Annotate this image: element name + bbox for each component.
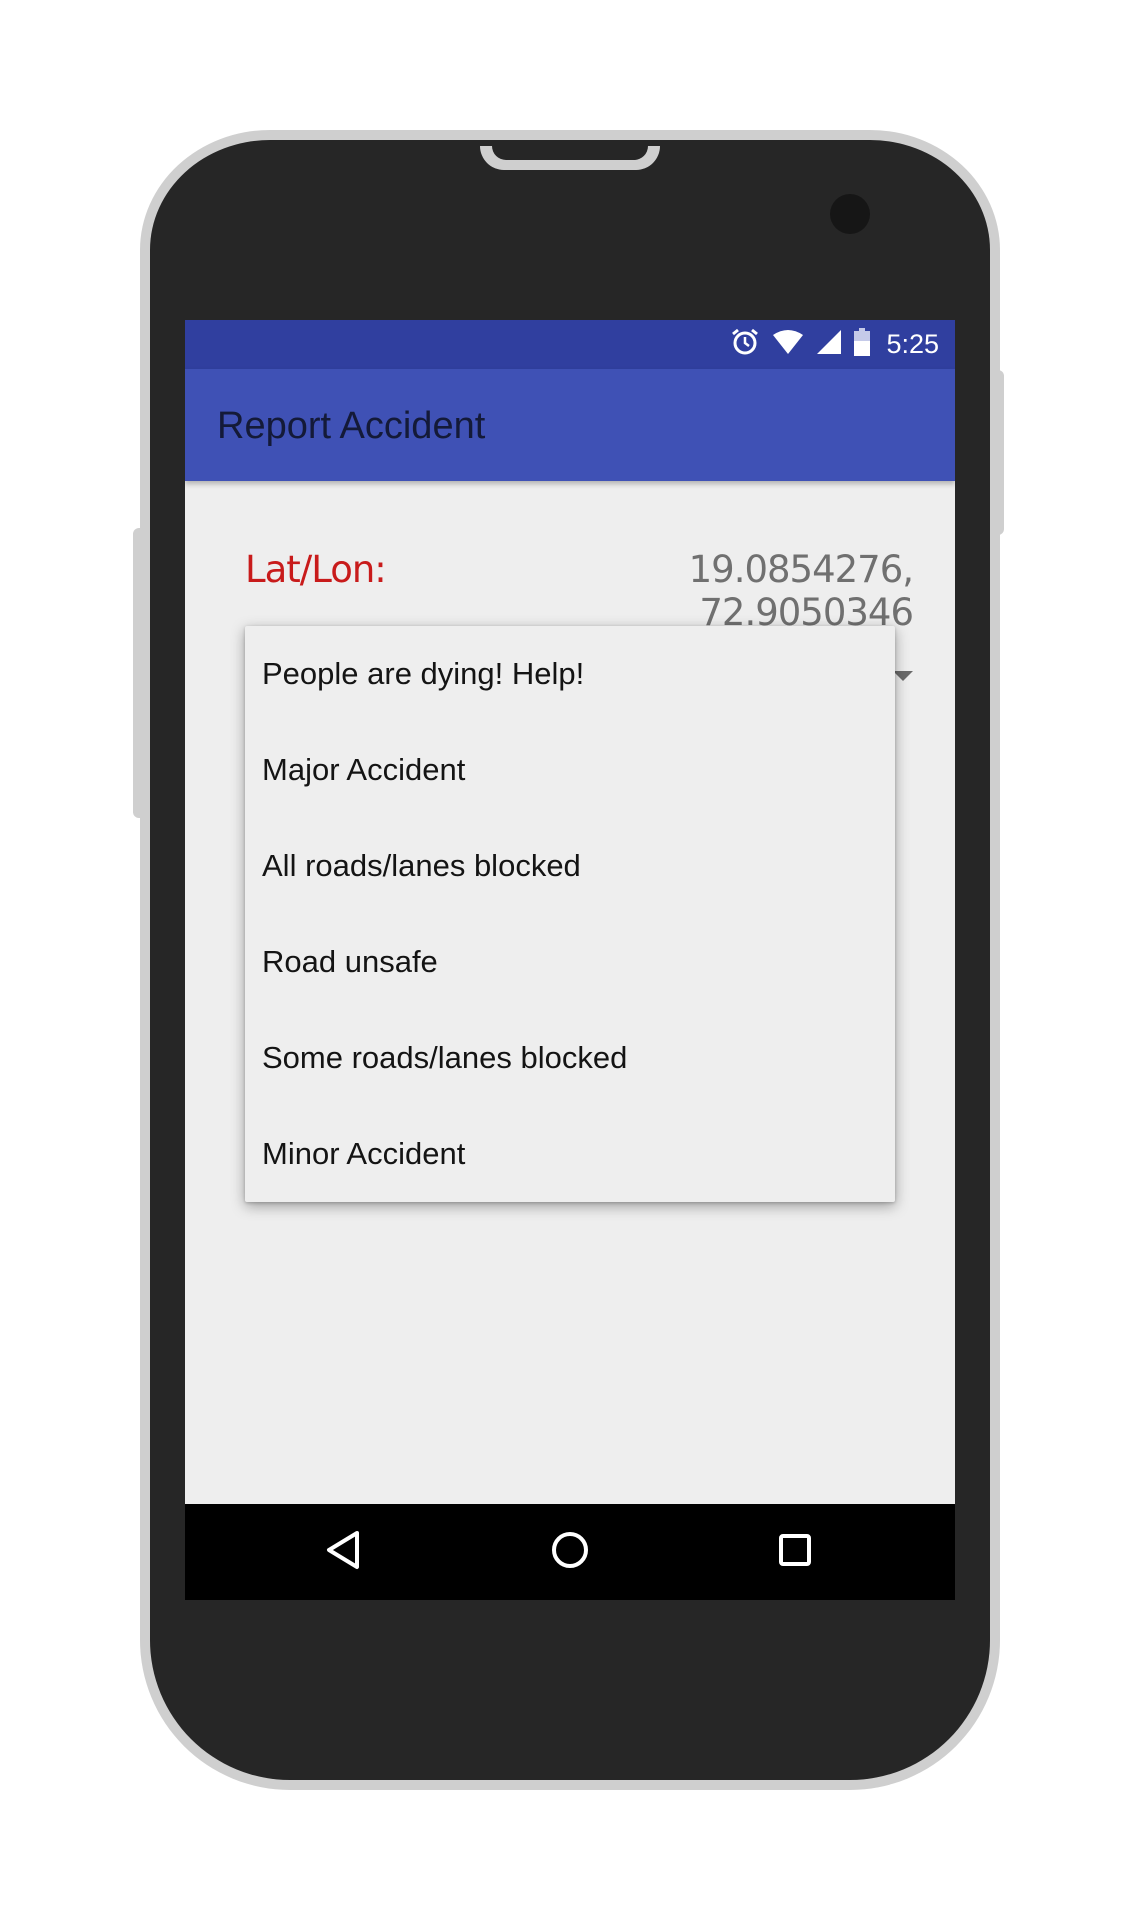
severity-dropdown-menu: People are dying! Help! Major Accident A…: [245, 626, 895, 1202]
earpiece-slot: [492, 146, 648, 160]
home-button[interactable]: [522, 1504, 618, 1600]
latlon-label: Lat/Lon:: [245, 548, 387, 591]
dropdown-option[interactable]: Some roads/lanes blocked: [245, 1010, 895, 1106]
alarm-icon: [730, 327, 760, 362]
dropdown-option[interactable]: Major Accident: [245, 722, 895, 818]
status-bar: 5:25: [185, 320, 955, 369]
recents-button[interactable]: [747, 1504, 843, 1600]
home-icon: [550, 1530, 590, 1575]
page-title: Report Accident: [217, 405, 486, 447]
spinner-arrow-icon[interactable]: [893, 671, 913, 681]
app-screen: 5:25 Report Accident Lat/Lon: 19.0854276…: [185, 320, 955, 1596]
latlon-value: 19.0854276, 72.9050346: [688, 548, 914, 634]
dropdown-option[interactable]: Road unsafe: [245, 914, 895, 1010]
front-camera: [830, 194, 870, 234]
battery-icon: [854, 328, 871, 361]
signal-icon: [816, 329, 842, 360]
status-time: 5:25: [886, 329, 939, 359]
status-icons: 5:25: [730, 320, 939, 369]
dropdown-option[interactable]: People are dying! Help!: [245, 626, 895, 722]
navigation-bar: [185, 1504, 955, 1600]
dropdown-option[interactable]: All roads/lanes blocked: [245, 818, 895, 914]
back-icon: [325, 1530, 361, 1575]
wifi-icon: [772, 329, 804, 360]
device-frame: 5:25 Report Accident Lat/Lon: 19.0854276…: [0, 0, 1140, 1920]
dropdown-option[interactable]: Minor Accident: [245, 1106, 895, 1202]
back-button[interactable]: [295, 1504, 391, 1600]
app-bar: Report Accident: [185, 369, 955, 481]
recents-icon: [777, 1532, 813, 1573]
